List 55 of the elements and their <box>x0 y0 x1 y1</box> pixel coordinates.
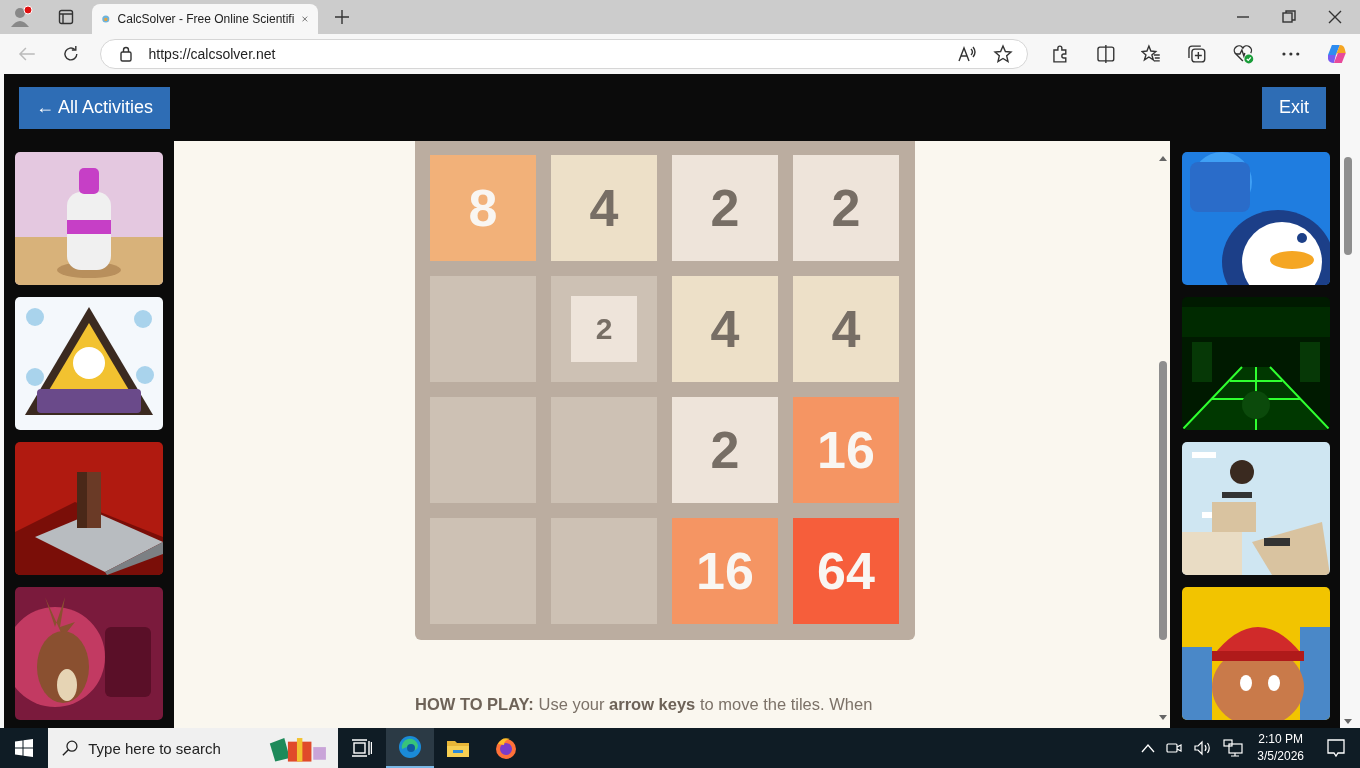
reload-icon[interactable] <box>61 45 80 63</box>
notification-icon[interactable] <box>1326 738 1346 758</box>
search-box[interactable]: Type here to search <box>48 728 338 768</box>
number-tile: 8 <box>430 155 536 261</box>
address-bar[interactable]: https://calcsolver.net <box>99 39 1028 69</box>
task-view-icon <box>352 739 372 757</box>
windows-icon <box>15 739 33 757</box>
copilot-icon[interactable] <box>1326 43 1348 65</box>
number-tile: 4 <box>551 155 657 261</box>
edge-taskbar-button[interactable] <box>386 728 434 768</box>
favorites-icon[interactable] <box>1141 44 1162 64</box>
read-aloud-icon[interactable] <box>956 45 977 63</box>
number-tile: 4 <box>793 276 899 382</box>
number-tile: 4 <box>672 276 778 382</box>
edge-icon <box>398 735 422 759</box>
folder-icon <box>446 738 470 758</box>
scroll-thumb[interactable] <box>1344 157 1352 255</box>
tab-title: CalcSolver - Free Online Scientifi <box>117 12 295 26</box>
number-tile: 16 <box>793 397 899 503</box>
restore-icon[interactable] <box>1282 10 1296 24</box>
instructions-text: HOW TO PLAY: Use your arrow keys to move the tiles. When <box>415 695 874 714</box>
url-text: https://calcsolver.net <box>148 46 276 62</box>
new-tab-icon[interactable] <box>334 9 350 25</box>
time-text: 2:10 PM <box>1258 731 1303 748</box>
chevron-up-icon[interactable] <box>1141 743 1156 753</box>
network-icon[interactable] <box>1223 739 1244 757</box>
search-field[interactable]: Type here to search <box>86 738 261 758</box>
number-tile: 16 <box>672 518 778 624</box>
profile-icon[interactable] <box>10 5 34 29</box>
exit-button[interactable]: Exit <box>1262 86 1326 129</box>
camera-icon[interactable] <box>1165 740 1184 756</box>
date-text: 3/5/2026 <box>1257 748 1304 765</box>
collections-icon[interactable] <box>1187 44 1207 64</box>
scroll-thumb[interactable] <box>1158 361 1167 640</box>
browser-tab[interactable]: CalcSolver - Free Online Scientifi <box>92 4 318 34</box>
number-tile: 2 <box>672 397 778 503</box>
fox-icon <box>494 736 518 760</box>
favorite-star-icon[interactable] <box>992 44 1013 64</box>
more-options-icon[interactable] <box>1280 51 1301 57</box>
number-tile: 2 <box>793 155 899 261</box>
number-tile: 2 <box>672 155 778 261</box>
scroll-up-icon[interactable] <box>1158 156 1167 161</box>
close-icon[interactable] <box>1328 10 1342 24</box>
tab-actions-icon[interactable] <box>58 9 74 25</box>
scroll-down-icon[interactable] <box>1158 715 1167 720</box>
heart-pulse-icon[interactable] <box>1232 44 1255 64</box>
search-icon <box>62 739 79 757</box>
back-button[interactable]: ← All Activities <box>19 86 171 129</box>
scroll-down-icon[interactable] <box>1344 719 1352 724</box>
split-screen-icon[interactable] <box>1095 44 1116 64</box>
lock-icon <box>118 46 133 62</box>
number-tile: 2 <box>571 296 637 362</box>
number-tile: 64 <box>793 518 899 624</box>
clock[interactable]: 2:10 PM 3/5/2026 <box>1257 731 1304 765</box>
close-icon[interactable] <box>302 13 308 25</box>
